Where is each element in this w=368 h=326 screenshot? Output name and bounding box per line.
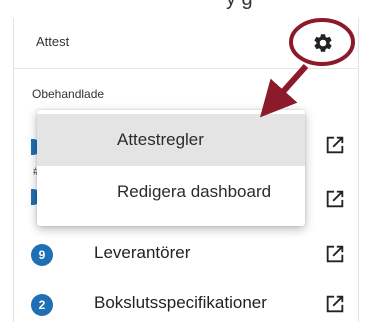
count-badge: 9 [31, 244, 53, 266]
top-strip: y g [0, 0, 368, 18]
list-item-leverantorer[interactable]: 9 Leverantörer [14, 232, 358, 276]
count-badge: 2 [31, 294, 53, 316]
gear-icon[interactable] [312, 32, 334, 54]
card-header: Attest [14, 18, 358, 69]
external-link-icon[interactable] [324, 243, 346, 265]
row-label: Leverantörer [94, 243, 191, 262]
menu-item-redigera-dashboard[interactable]: Redigera dashboard [37, 166, 305, 218]
row-label: Bokslutsspecifikationer [94, 293, 267, 312]
card-title: Attest [36, 34, 70, 49]
menu-item-label: Redigera dashboard [117, 182, 272, 201]
section-label-obehandlade: Obehandlade [32, 87, 105, 101]
cropped-header-text: y g [226, 0, 253, 11]
external-link-icon[interactable] [324, 293, 346, 315]
external-link-icon[interactable] [324, 188, 346, 210]
list-item-bokslutsspecifikationer[interactable]: 2 Bokslutsspecifikationer [14, 282, 358, 326]
settings-dropdown-menu: Attestregler Redigera dashboard [37, 110, 305, 226]
menu-item-attestregler[interactable]: Attestregler [37, 114, 305, 166]
external-link-icon[interactable] [324, 134, 346, 156]
menu-item-label: Attestregler [117, 130, 204, 149]
